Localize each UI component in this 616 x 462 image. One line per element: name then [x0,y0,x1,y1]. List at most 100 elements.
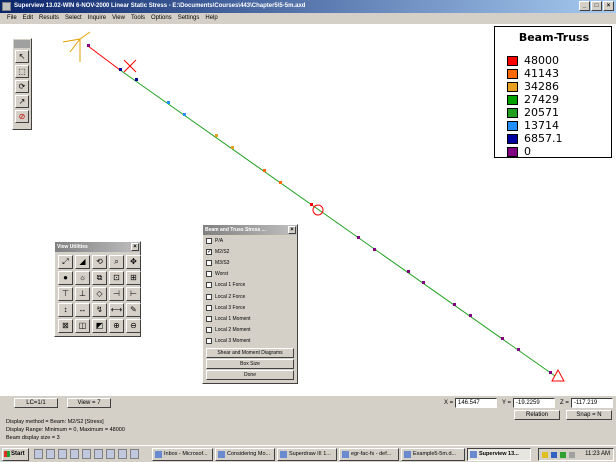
pan-view-icon[interactable]: ✥ [126,255,141,269]
clock[interactable]: 11:23 AM [585,451,610,457]
menu-file[interactable]: File [4,13,20,24]
shade-icon[interactable]: ● [58,271,73,285]
view-bottom-icon[interactable]: ⊥ [75,287,90,301]
checkbox[interactable] [206,237,212,244]
light-icon[interactable]: ☼ [75,271,90,285]
tray-icon[interactable] [542,452,548,458]
relation-button[interactable]: Relation [514,410,560,420]
quicklaunch-icon[interactable] [130,449,139,459]
scale-icon[interactable]: ⊠ [58,319,73,333]
view-left-icon[interactable]: ⊣ [109,287,124,301]
view-z-icon[interactable]: ↯ [92,303,107,317]
view-y-icon[interactable]: ↔ [75,303,90,317]
option-local-2-force[interactable]: Local 2 Force [203,291,297,302]
taskbar-button-example[interactable]: Example5-5m.d... [401,448,465,461]
close-button[interactable]: × [603,1,614,11]
option-local-3-force[interactable]: Local 3 Force [203,302,297,313]
speaker-icon[interactable] [569,452,575,458]
menu-tools[interactable]: Tools [128,13,148,24]
quicklaunch-icon[interactable] [106,449,115,459]
menu-help[interactable]: Help [202,13,220,24]
stress-panel-title[interactable]: Beam and Truss Stress ... × [203,225,297,235]
zoom-out-icon[interactable]: ⊖ [126,319,141,333]
zoom-icon[interactable]: ⌕ [109,255,124,269]
quicklaunch-icon[interactable] [70,449,79,459]
option-worst[interactable]: Worst [203,269,297,280]
checkbox[interactable] [206,259,212,266]
taskbar-button-considering[interactable]: Considering Mo... [215,448,275,461]
view-number-button[interactable]: View = 7 [67,398,111,408]
stress-panel-close-button[interactable]: × [288,226,296,234]
tray-icon[interactable] [560,452,566,458]
view-right-icon[interactable]: ⊢ [126,287,141,301]
tray-icon[interactable] [551,452,557,458]
legend-swatch [507,95,518,105]
checkbox[interactable] [206,282,212,289]
view-x-icon[interactable]: ↕ [58,303,73,317]
menu-select[interactable]: Select [62,13,85,24]
view-utilities-title[interactable]: View Utilities × [55,242,140,252]
option-label: Local 1 Force [215,282,246,289]
taskbar-button-inbox[interactable]: Inbox - Microsof... [152,448,213,461]
checkbox[interactable] [206,315,212,322]
done-button[interactable]: Done [206,369,294,380]
quicklaunch-icon[interactable] [34,449,43,459]
taskbar-button-superview[interactable]: Superview 13... [467,448,531,461]
fit-icon[interactable]: ⧉ [92,271,107,285]
box-size-button[interactable]: Box Size [206,358,294,369]
select-node-icon[interactable]: ↖ [15,50,29,63]
menu-options[interactable]: Options [148,13,175,24]
taskbar-button-superdraw[interactable]: Superdraw III 1... [277,448,337,461]
rotate-view-icon[interactable]: ⟲ [92,255,107,269]
checkbox[interactable] [206,304,212,311]
system-tray: 11:23 AM [538,448,614,461]
option-m3-s3[interactable]: M3/S3 [203,257,297,268]
checkbox[interactable] [206,327,212,334]
option-local-2-moment[interactable]: Local 2 Moment [203,325,297,336]
select-element-icon[interactable]: ⬚ [15,65,29,78]
checkbox-checked[interactable]: ✓ [206,248,212,255]
quicklaunch-icon[interactable] [58,449,67,459]
option-local-3-moment[interactable]: Local 3 Moment [203,336,297,347]
deselect-icon[interactable]: ⊘ [15,110,29,123]
rotate-icon[interactable]: ⟳ [15,80,29,93]
menu-settings[interactable]: Settings [175,13,203,24]
clip-icon[interactable]: ◫ [75,319,90,333]
maximize-button[interactable]: □ [591,1,602,11]
snap-button[interactable]: Snap = N [566,410,612,420]
quicklaunch-icon[interactable] [94,449,103,459]
menu-results[interactable]: Results [36,13,62,24]
pan-icon[interactable]: ↗ [15,95,29,108]
minimize-button[interactable]: _ [579,1,590,11]
view-side-icon[interactable]: ⊞ [126,271,141,285]
option-local-1-force[interactable]: Local 1 Force [203,280,297,291]
perspective-icon[interactable]: ◢ [75,255,90,269]
checkbox[interactable] [206,293,212,300]
toolbar-grip[interactable] [14,40,30,48]
menu-edit[interactable]: Edit [20,13,36,24]
quicklaunch-icon[interactable] [82,449,91,459]
measure-icon[interactable]: ⟷ [109,303,124,317]
start-button[interactable]: Start [2,448,29,461]
option-local-1-moment[interactable]: Local 1 Moment [203,313,297,324]
load-case-button[interactable]: LC=1/1 [14,398,58,408]
menu-view[interactable]: View [109,13,128,24]
checkbox[interactable] [206,338,212,345]
view-iso-icon[interactable]: ◇ [92,287,107,301]
checkbox[interactable] [206,271,212,278]
node-marker [231,146,234,149]
zoom-in-icon[interactable]: ⊕ [109,319,124,333]
quicklaunch-icon[interactable] [46,449,55,459]
view-top-icon[interactable]: ⊤ [58,287,73,301]
view-utilities-close-button[interactable]: × [131,243,139,251]
menu-inquire[interactable]: Inquire [85,13,109,24]
option-p-a[interactable]: P/A [203,235,297,246]
shear-moment-diagrams-button[interactable]: Shear and Moment Diagrams [206,347,294,358]
quicklaunch-icon[interactable] [118,449,127,459]
option-m2-s2[interactable]: ✓ M2/S2 [203,246,297,257]
taskbar-button-egr-fac[interactable]: egr-fac-fs - def... [339,448,399,461]
section-icon[interactable]: ◩ [92,319,107,333]
annotate-icon[interactable]: ✎ [126,303,141,317]
zoom-window-icon[interactable]: ⤢ [58,255,73,269]
view-front-icon[interactable]: ⊡ [109,271,124,285]
